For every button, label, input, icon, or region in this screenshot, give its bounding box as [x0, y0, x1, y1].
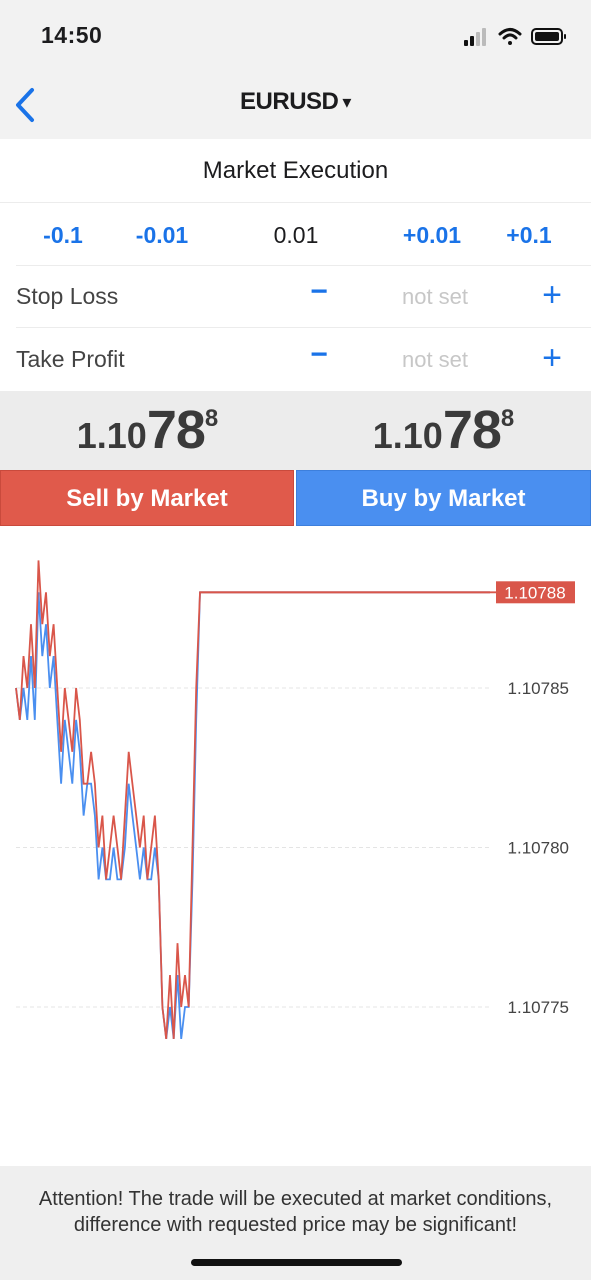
bid-price: 1.10788	[0, 391, 295, 470]
buy-by-market-button[interactable]: Buy by Market	[296, 470, 591, 526]
volume-minus-0.01-button[interactable]: -0.01	[124, 204, 200, 266]
symbol-selector[interactable]: EURUSD ▾	[0, 88, 591, 116]
battery-icon	[531, 28, 566, 45]
bid-price-prefix: 1.10	[76, 415, 147, 456]
tick-chart: 1.10785 1.10780 1.10775 1.10788	[15, 560, 575, 1040]
status-time: 14:50	[41, 22, 103, 48]
sell-by-market-button[interactable]: Sell by Market	[0, 470, 294, 526]
bid-price-main: 78	[146, 400, 206, 460]
home-indicator[interactable]	[191, 1259, 402, 1266]
ask-price-pip: 8	[500, 405, 515, 432]
ask-price-main: 78	[442, 400, 502, 460]
take-profit-plus-button[interactable]: +	[534, 339, 570, 378]
symbol-title: EURUSD	[240, 88, 339, 115]
signal-icon	[464, 28, 486, 46]
bid-price-pip: 8	[204, 405, 219, 432]
execution-type[interactable]: Market Execution	[0, 139, 591, 202]
take-profit-minus-button[interactable]: −	[304, 338, 334, 372]
stop-loss-minus-button[interactable]: −	[304, 275, 334, 309]
price-series-line	[15, 591, 490, 1040]
y-tick-label: 1.10775	[508, 998, 569, 1017]
stop-loss-plus-button[interactable]: +	[534, 276, 570, 315]
chevron-down-icon: ▾	[342, 92, 351, 112]
take-profit-label: Take Profit	[16, 346, 125, 372]
divider	[0, 202, 591, 203]
divider	[16, 265, 591, 266]
divider	[16, 327, 591, 328]
current-price-label: 1.10788	[504, 583, 565, 602]
top-bar	[0, 0, 591, 140]
status-icons	[462, 24, 572, 50]
volume-plus-0.01-button[interactable]: +0.01	[392, 204, 472, 266]
volume-plus-0.1-button[interactable]: +0.1	[496, 204, 562, 266]
stop-loss-value[interactable]: not set	[375, 284, 495, 310]
ask-price-prefix: 1.10	[372, 415, 443, 456]
stop-loss-label: Stop Loss	[16, 283, 119, 309]
volume-minus-0.1-button[interactable]: -0.1	[30, 204, 96, 266]
y-tick-label: 1.10785	[508, 679, 569, 698]
ask-price: 1.10788	[296, 391, 591, 470]
y-tick-label: 1.10780	[508, 839, 569, 858]
market-warning: Attention! The trade will be executed at…	[38, 1188, 553, 1236]
take-profit-value[interactable]: not set	[375, 347, 495, 373]
wifi-icon	[498, 28, 522, 45]
volume-value[interactable]: 0.01	[256, 204, 336, 266]
price-series-line	[15, 560, 490, 1040]
